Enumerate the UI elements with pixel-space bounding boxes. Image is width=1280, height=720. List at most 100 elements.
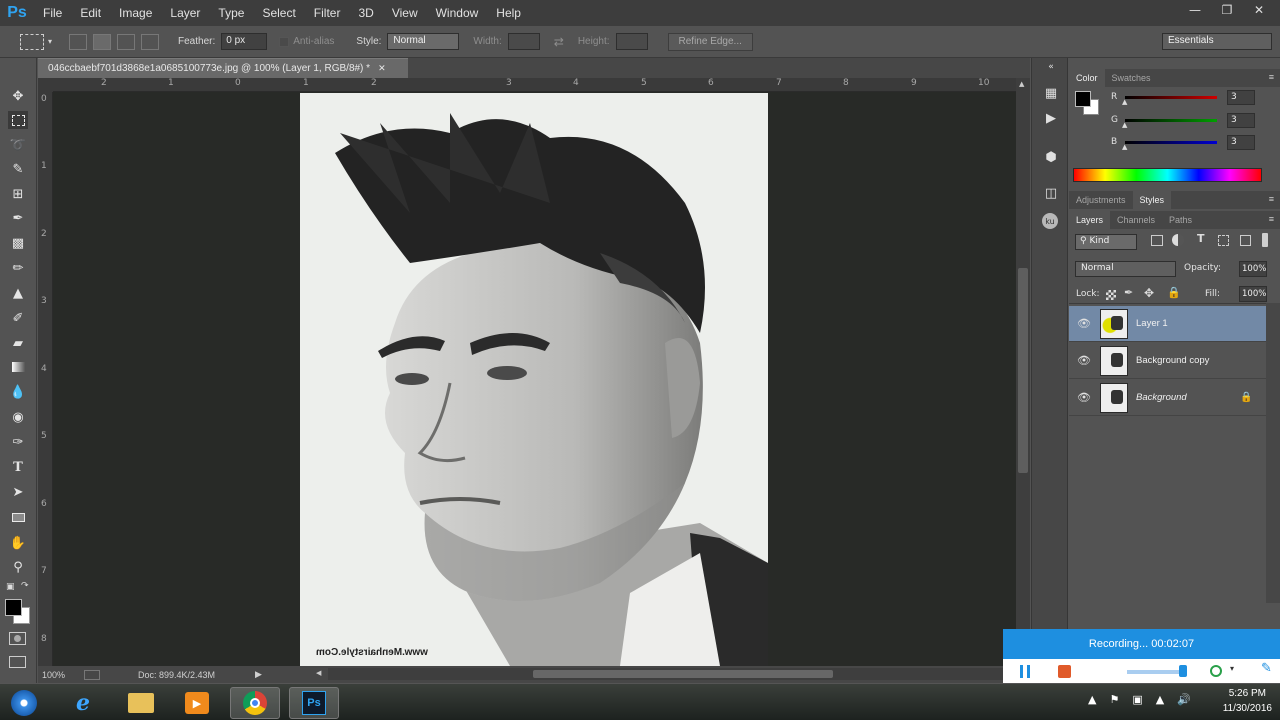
red-slider[interactable]: R ▲ 3 xyxy=(1069,89,1280,106)
close-icon[interactable]: ✕ xyxy=(1246,2,1272,18)
volume-slider[interactable] xyxy=(1127,670,1187,674)
menu-file[interactable]: File xyxy=(34,0,71,26)
layer-name[interactable]: Layer 1 xyxy=(1136,318,1168,329)
preset-dropdown-icon[interactable]: ▾ xyxy=(48,37,52,46)
status-icon[interactable] xyxy=(84,669,100,680)
eraser-tool-icon[interactable]: ▰ xyxy=(8,334,28,352)
tab-paths[interactable]: Paths xyxy=(1162,211,1199,229)
gradient-tool-icon[interactable] xyxy=(8,358,28,376)
taskbar-chrome[interactable] xyxy=(230,687,280,719)
filter-kind-select[interactable]: ⚲ Kind xyxy=(1075,234,1137,250)
start-button[interactable] xyxy=(4,687,44,719)
layer-row-background[interactable]: 👁 Background 🔒 xyxy=(1069,380,1266,416)
subtract-selection-icon[interactable] xyxy=(117,33,136,50)
opacity-input[interactable]: 100% xyxy=(1239,261,1267,277)
new-selection-icon[interactable] xyxy=(69,33,88,50)
clock[interactable]: 5:26 PM 11/30/2016 xyxy=(1223,686,1272,716)
menu-edit[interactable]: Edit xyxy=(71,0,110,26)
marquee-preset-icon[interactable] xyxy=(20,33,44,50)
move-tool-icon[interactable]: ✥ xyxy=(8,87,28,105)
hand-tool-icon[interactable]: ✋ xyxy=(8,534,28,552)
filter-pixel-icon[interactable] xyxy=(1151,235,1163,246)
pause-icon[interactable] xyxy=(1020,665,1030,678)
taskbar-media-player[interactable]: ▶ xyxy=(172,687,222,719)
plugin-icon[interactable]: ku xyxy=(1042,213,1058,229)
display-icon[interactable]: ▣ xyxy=(1132,693,1142,706)
panel-menu-icon[interactable]: ≡ xyxy=(1269,72,1274,82)
minimize-icon[interactable]: — xyxy=(1182,2,1208,18)
height-input[interactable] xyxy=(615,33,648,50)
horizontal-scroll-thumb[interactable] xyxy=(533,670,833,678)
menu-help[interactable]: Help xyxy=(487,0,530,26)
menu-select[interactable]: Select xyxy=(253,0,304,26)
tab-styles[interactable]: Styles xyxy=(1132,191,1172,209)
vertical-scrollbar[interactable]: ▲ xyxy=(1016,78,1030,666)
taskbar-photoshop[interactable]: Ps xyxy=(289,687,339,719)
layer-name[interactable]: Background xyxy=(1136,392,1187,403)
filter-smart-object-icon[interactable] xyxy=(1240,235,1251,246)
workspace-select[interactable]: Essentials xyxy=(1162,33,1272,50)
zoom-tool-icon[interactable]: ⚲ xyxy=(8,558,28,576)
3d-cube-icon[interactable]: ⬢ xyxy=(1042,148,1060,166)
width-input[interactable] xyxy=(507,33,540,50)
flag-icon[interactable]: ⚑ xyxy=(1109,693,1119,706)
visibility-eye-icon[interactable]: 👁 xyxy=(1077,317,1091,331)
visibility-eye-icon[interactable]: 👁 xyxy=(1077,391,1091,405)
feather-input[interactable]: 0 px xyxy=(221,33,268,50)
vertical-scroll-thumb[interactable] xyxy=(1018,268,1028,473)
status-menu-icon[interactable]: ▶ xyxy=(255,669,262,680)
quick-mask-icon[interactable] xyxy=(9,632,26,645)
restore-icon[interactable]: ❐ xyxy=(1214,2,1240,18)
swap-colors-icon[interactable]: ↷ xyxy=(21,581,29,591)
layer-row-background-copy[interactable]: 👁 Background copy xyxy=(1069,343,1266,379)
green-slider[interactable]: G ▲ 3 xyxy=(1069,112,1280,129)
fill-input[interactable]: 100% xyxy=(1239,286,1267,302)
zoom-level[interactable]: 100% xyxy=(42,670,78,680)
visibility-eye-icon[interactable]: 👁 xyxy=(1077,354,1091,368)
scroll-left-icon[interactable]: ◀ xyxy=(316,669,321,677)
document-tab[interactable]: 046ccbaebf701d3868e1a0685100773e.jpg @ 1… xyxy=(38,58,408,78)
crop-tool-icon[interactable]: ⊞ xyxy=(8,185,28,203)
network-icon[interactable]: ▲ xyxy=(1156,693,1164,706)
volume-thumb-icon[interactable] xyxy=(1179,665,1187,677)
lock-pixels-icon[interactable]: ✒ xyxy=(1124,286,1133,299)
taskbar-internet-explorer[interactable]: e xyxy=(58,687,108,719)
tab-channels[interactable]: Channels xyxy=(1110,211,1162,229)
history-icon[interactable]: ▦ xyxy=(1042,84,1060,102)
blend-mode-select[interactable]: Normal xyxy=(1075,261,1176,277)
clone-stamp-icon[interactable]: ▲ xyxy=(8,284,28,302)
path-selection-icon[interactable]: ➤ xyxy=(8,483,28,501)
default-colors-icon[interactable]: ▣ xyxy=(6,582,15,592)
panel-menu-icon[interactable]: ≡ xyxy=(1269,214,1274,224)
layer-row-layer-1[interactable]: 👁 Layer 1 xyxy=(1069,306,1266,342)
blur-tool-icon[interactable]: 💧 xyxy=(8,383,28,401)
menu-view[interactable]: View xyxy=(383,0,427,26)
tab-layers[interactable]: Layers xyxy=(1069,211,1111,229)
menu-filter[interactable]: Filter xyxy=(305,0,350,26)
add-selection-icon[interactable] xyxy=(93,33,112,50)
horizontal-scrollbar[interactable]: ◀ xyxy=(316,668,1018,680)
menu-layer[interactable]: Layer xyxy=(161,0,209,26)
menu-image[interactable]: Image xyxy=(110,0,161,26)
eyedropper-icon[interactable]: ✒ xyxy=(8,209,28,227)
anti-alias-checkbox[interactable] xyxy=(279,36,290,47)
panel-menu-icon[interactable]: ≡ xyxy=(1269,194,1274,204)
taskbar-file-explorer[interactable] xyxy=(116,687,166,719)
swap-icon[interactable]: ⇄ xyxy=(554,35,564,49)
lock-all-icon[interactable]: 🔒 xyxy=(1167,286,1181,299)
blue-thumb-icon[interactable]: ▲ xyxy=(1122,143,1127,151)
green-thumb-icon[interactable]: ▲ xyxy=(1122,121,1127,129)
type-tool-icon[interactable]: T xyxy=(8,458,28,476)
close-tab-icon[interactable]: ✕ xyxy=(378,63,386,74)
tab-color[interactable]: Color xyxy=(1069,69,1105,87)
brush-tool-icon[interactable]: ✏ xyxy=(8,259,28,277)
filter-type-icon[interactable]: T xyxy=(1197,232,1205,245)
lock-transparency-icon[interactable] xyxy=(1106,290,1116,300)
color-spectrum-bar[interactable] xyxy=(1073,168,1262,182)
lasso-tool-icon[interactable]: ➰ xyxy=(8,136,28,154)
quick-selection-icon[interactable]: ✎ xyxy=(8,160,28,178)
blue-value[interactable]: 3 xyxy=(1227,134,1255,150)
webcam-icon[interactable] xyxy=(1210,665,1222,677)
volume-icon[interactable]: 🔊 xyxy=(1177,693,1191,706)
marquee-tool-icon[interactable] xyxy=(8,111,28,129)
